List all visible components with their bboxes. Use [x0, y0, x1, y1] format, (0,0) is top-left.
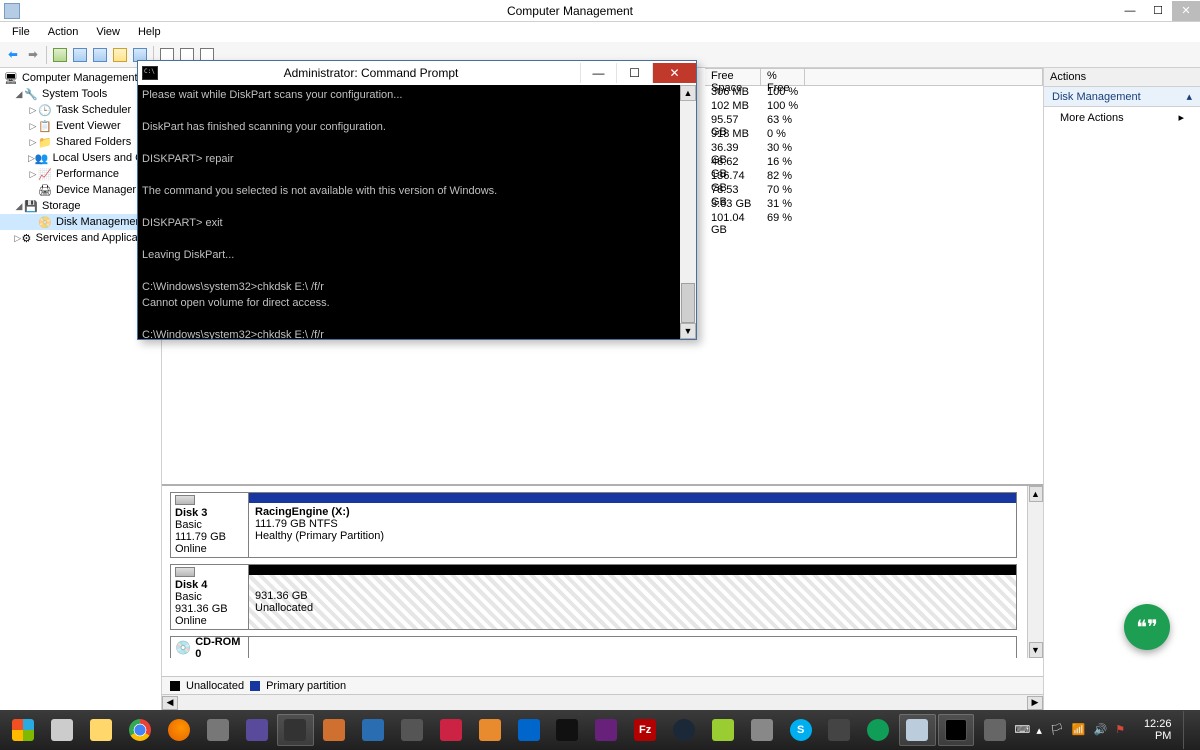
tb-app5[interactable] — [355, 714, 392, 746]
menu-help[interactable]: Help — [130, 24, 169, 40]
actions-header: Actions — [1044, 68, 1200, 87]
hangouts-fab[interactable]: ❝❞ — [1124, 604, 1170, 650]
window-title: Computer Management — [24, 4, 1116, 18]
col-pct-free[interactable]: % Free — [761, 68, 805, 86]
vol-name: RacingEngine (X:) — [255, 506, 350, 518]
disk-row-3[interactable]: Disk 3 Basic 111.79 GB Online RacingEngi… — [170, 492, 1017, 558]
tb-app13[interactable] — [976, 714, 1013, 746]
col-free-space[interactable]: Free Space — [705, 68, 761, 86]
disk-legend: Unallocated Primary partition — [162, 676, 1043, 694]
menubar: File Action View Help — [0, 22, 1200, 42]
tb-cmd[interactable] — [938, 714, 975, 746]
tb-app4[interactable] — [316, 714, 353, 746]
cmd-minimize-button[interactable]: — — [580, 63, 616, 83]
collapse-icon: ▴ — [1186, 90, 1192, 103]
cmd-titlebar[interactable]: Administrator: Command Prompt — ☐ ✕ — [138, 61, 696, 85]
tb-explorer[interactable] — [83, 714, 120, 746]
tb-app9[interactable] — [510, 714, 547, 746]
disk-graphical-pane: Disk 3 Basic 111.79 GB Online RacingEngi… — [162, 484, 1043, 694]
tb-app2[interactable] — [238, 714, 275, 746]
menu-action[interactable]: Action — [40, 24, 87, 40]
show-desktop-button[interactable] — [1183, 711, 1190, 749]
volume-list-header[interactable]: Free Space % Free — [705, 68, 1043, 86]
tb-app10[interactable] — [549, 714, 586, 746]
actions-pane: Actions Disk Management▴ More Actions▸ — [1044, 68, 1200, 710]
disk3-partition[interactable]: RacingEngine (X:) 111.79 GB NTFS Healthy… — [249, 493, 1016, 557]
tb-skype[interactable]: S — [782, 714, 819, 746]
disk-icon — [175, 567, 195, 577]
tb-server-manager[interactable] — [44, 714, 81, 746]
tb-compmgmt[interactable] — [899, 714, 936, 746]
tray-overflow-icon[interactable]: ▴ — [1036, 724, 1042, 737]
minimize-button[interactable]: — — [1116, 1, 1144, 21]
cell-pct: 100 % — [761, 86, 805, 100]
cmd-output[interactable]: Please wait while DiskPart scans your co… — [138, 85, 696, 339]
chevron-right-icon: ▸ — [1178, 111, 1184, 124]
nav-back-button[interactable]: ⬅ — [4, 46, 22, 64]
disk-row-4[interactable]: Disk 4 Basic 931.36 GB Online 931.36 GB … — [170, 564, 1017, 630]
maximize-button[interactable]: ☐ — [1144, 1, 1172, 21]
actions-category[interactable]: Disk Management▴ — [1044, 87, 1200, 107]
toolbar-btn-3[interactable] — [91, 46, 109, 64]
nav-forward-button[interactable]: ➡ — [24, 46, 42, 64]
tb-vs[interactable] — [588, 714, 625, 746]
tray-keyboard-icon[interactable]: ⌨ — [1014, 723, 1028, 737]
tray-volume-icon[interactable]: 🔊 — [1094, 723, 1108, 737]
tb-filezilla[interactable]: Fz — [627, 714, 664, 746]
toolbar-btn-1[interactable] — [51, 46, 69, 64]
systray[interactable]: ⌨ ▴ 🏳 📶 🔊 ⚑ 12:26 PM — [1014, 711, 1196, 749]
cmd-close-button[interactable]: ✕ — [652, 63, 696, 83]
cmd-icon — [142, 66, 158, 80]
tb-app7[interactable] — [432, 714, 469, 746]
disk4-info: Disk 4 Basic 931.36 GB Online — [171, 565, 249, 629]
close-button[interactable]: ✕ — [1172, 1, 1200, 21]
command-prompt-window[interactable]: Administrator: Command Prompt — ☐ ✕ Plea… — [137, 60, 697, 340]
cell-free: 306 MB — [705, 86, 761, 100]
menu-view[interactable]: View — [88, 24, 128, 40]
actions-more[interactable]: More Actions▸ — [1044, 107, 1200, 128]
tb-hangouts[interactable] — [860, 714, 897, 746]
toolbar-btn-2[interactable] — [71, 46, 89, 64]
start-button[interactable] — [5, 714, 42, 746]
window-titlebar: Computer Management — ☐ ✕ — [0, 0, 1200, 22]
tb-app3[interactable] — [277, 714, 314, 746]
app-icon — [4, 3, 20, 19]
tb-app1[interactable] — [199, 714, 236, 746]
tray-clock[interactable]: 12:26 PM — [1134, 718, 1171, 742]
tb-app6[interactable] — [394, 714, 431, 746]
tb-steam[interactable] — [666, 714, 703, 746]
tb-firefox[interactable] — [160, 714, 197, 746]
tray-flag-icon[interactable]: 🏳 — [1050, 723, 1064, 737]
cmd-maximize-button[interactable]: ☐ — [616, 63, 652, 83]
disk-icon — [175, 495, 195, 505]
tray-action-icon[interactable]: ⚑ — [1115, 723, 1126, 737]
col-spacer — [805, 68, 1043, 86]
toolbar-btn-4[interactable] — [111, 46, 129, 64]
taskbar[interactable]: Fz S ⌨ ▴ 🏳 📶 🔊 ⚑ 12:26 PM — [0, 710, 1200, 750]
tb-app12[interactable] — [821, 714, 858, 746]
tb-chrome[interactable] — [122, 714, 159, 746]
center-hscrollbar[interactable]: ◀▶ — [162, 694, 1043, 710]
disk3-info: Disk 3 Basic 111.79 GB Online — [171, 493, 249, 557]
diskpane-scrollbar[interactable]: ▲ ▼ — [1027, 486, 1043, 658]
menu-file[interactable]: File — [4, 24, 38, 40]
disk4-partition[interactable]: 931.36 GB Unallocated — [249, 565, 1016, 629]
tray-network-icon[interactable]: 📶 — [1072, 723, 1086, 737]
tb-notepadpp[interactable] — [704, 714, 741, 746]
cmd-scrollbar[interactable]: ▲ ▼ — [680, 85, 696, 339]
cmd-title: Administrator: Command Prompt — [162, 66, 580, 80]
disk-row-cd[interactable]: 💿CD-ROM 0 — [170, 636, 1017, 658]
tb-app8[interactable] — [471, 714, 508, 746]
tb-app11[interactable] — [743, 714, 780, 746]
